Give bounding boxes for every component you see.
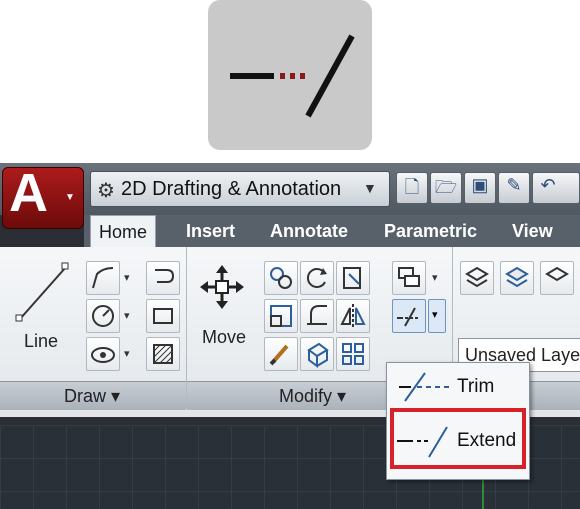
rotate-button[interactable] bbox=[300, 261, 334, 295]
chevron-down-icon: ▾ bbox=[432, 309, 438, 321]
extend-tool-icon-tile bbox=[208, 0, 372, 150]
polyline-button[interactable] bbox=[86, 261, 120, 295]
move-label: Move bbox=[202, 327, 247, 347]
draw-panel-label: Draw ▾ bbox=[64, 386, 121, 406]
gear-icon: ⚙ bbox=[97, 180, 115, 202]
circle-icon bbox=[92, 305, 114, 327]
undo-icon: ↶ bbox=[540, 175, 556, 195]
scale-button[interactable] bbox=[264, 299, 298, 333]
ribbon-tabs: Home Insert Annotate Parametric View bbox=[84, 215, 580, 247]
save-button[interactable]: ▣ bbox=[464, 172, 496, 204]
chevron-down-icon[interactable]: ▾ bbox=[124, 309, 130, 322]
stretch-icon bbox=[343, 267, 361, 289]
fillet-button[interactable] bbox=[300, 299, 334, 333]
move-icon[interactable] bbox=[200, 265, 244, 309]
open-folder-icon: 🗁 bbox=[434, 177, 458, 197]
chevron-down-icon[interactable]: ▾ bbox=[124, 271, 130, 284]
extend-icon bbox=[230, 34, 355, 118]
new-file-button[interactable]: 🗋 bbox=[396, 172, 428, 204]
array-icon bbox=[342, 343, 364, 365]
new-file-icon: 🗋 bbox=[404, 177, 420, 197]
copy-icon bbox=[270, 267, 292, 289]
tab-insert[interactable]: Insert bbox=[186, 215, 235, 247]
layer-state-icon bbox=[505, 266, 529, 288]
arc-button[interactable] bbox=[86, 337, 120, 371]
tab-parametric[interactable]: Parametric bbox=[384, 215, 477, 247]
tab-view[interactable]: View bbox=[512, 215, 553, 247]
trim-extend-split-button[interactable] bbox=[392, 299, 426, 333]
rotate-icon bbox=[306, 268, 327, 288]
workspace-label: 2D Drafting & Annotation bbox=[121, 178, 342, 200]
tab-annotate[interactable]: Annotate bbox=[270, 215, 348, 247]
hatch-icon bbox=[153, 344, 173, 364]
modify-panel-label: Modify ▾ bbox=[279, 386, 347, 406]
layers-stack-icon bbox=[398, 267, 420, 287]
flyout-item-trim[interactable]: Trim bbox=[395, 365, 521, 409]
line-label: Line bbox=[24, 331, 59, 351]
rectangle-button[interactable] bbox=[146, 299, 180, 333]
chevron-down-icon[interactable]: ▾ bbox=[124, 347, 130, 360]
draw-panel-footer[interactable]: Draw ▾ bbox=[0, 381, 186, 410]
trim-extend-dropdown[interactable]: ▾ bbox=[428, 299, 446, 333]
explode-icon bbox=[307, 342, 329, 368]
open-file-button[interactable]: 🗁 bbox=[430, 172, 462, 204]
layer-properties-icon bbox=[465, 266, 489, 288]
save-as-icon: ✎ bbox=[506, 175, 522, 195]
trim-extend-left-button[interactable] bbox=[336, 261, 370, 295]
save-icon: ▣ bbox=[471, 175, 489, 195]
offset-button[interactable] bbox=[392, 261, 426, 295]
brush-icon bbox=[269, 344, 289, 366]
chevron-down-icon[interactable]: ▾ bbox=[432, 271, 438, 284]
hatch-button[interactable] bbox=[146, 337, 180, 371]
mirror-button[interactable] bbox=[336, 299, 370, 333]
erase-button[interactable] bbox=[264, 337, 298, 371]
copy-button[interactable] bbox=[264, 261, 298, 295]
chevron-down-icon: ▼ bbox=[65, 192, 75, 203]
line-icon[interactable] bbox=[14, 261, 72, 325]
layer-tool-button[interactable] bbox=[540, 261, 574, 295]
circle-button[interactable] bbox=[86, 299, 120, 333]
arc-icon bbox=[91, 347, 115, 363]
extend-highlight-box bbox=[390, 408, 526, 469]
scale-icon bbox=[270, 305, 292, 327]
layer-state-button[interactable] bbox=[500, 261, 534, 295]
autocad-logo-icon: A bbox=[9, 163, 48, 223]
spline-icon bbox=[155, 269, 175, 283]
layer-tool-icon bbox=[545, 266, 569, 282]
undo-button[interactable]: ↶ bbox=[532, 172, 580, 204]
trim-icon bbox=[399, 372, 453, 402]
save-as-button[interactable]: ✎ bbox=[498, 172, 530, 204]
mirror-icon bbox=[340, 304, 366, 328]
tab-home[interactable]: Home bbox=[90, 215, 157, 247]
polyline-icon bbox=[92, 267, 114, 289]
trim-icon bbox=[397, 307, 419, 327]
spline-button[interactable] bbox=[146, 261, 180, 295]
trim-label: Trim bbox=[457, 376, 495, 397]
layer-properties-button[interactable] bbox=[460, 261, 494, 295]
chevron-down-icon: ▼ bbox=[363, 180, 377, 196]
fillet-icon bbox=[307, 305, 327, 325]
application-menu-button[interactable]: A ▼ bbox=[2, 163, 84, 229]
workspace-switcher[interactable]: ⚙ 2D Drafting & Annotation ▼ bbox=[90, 171, 390, 207]
rectangle-icon bbox=[153, 308, 173, 324]
array-button[interactable] bbox=[336, 337, 370, 371]
explode-button[interactable] bbox=[300, 337, 334, 371]
